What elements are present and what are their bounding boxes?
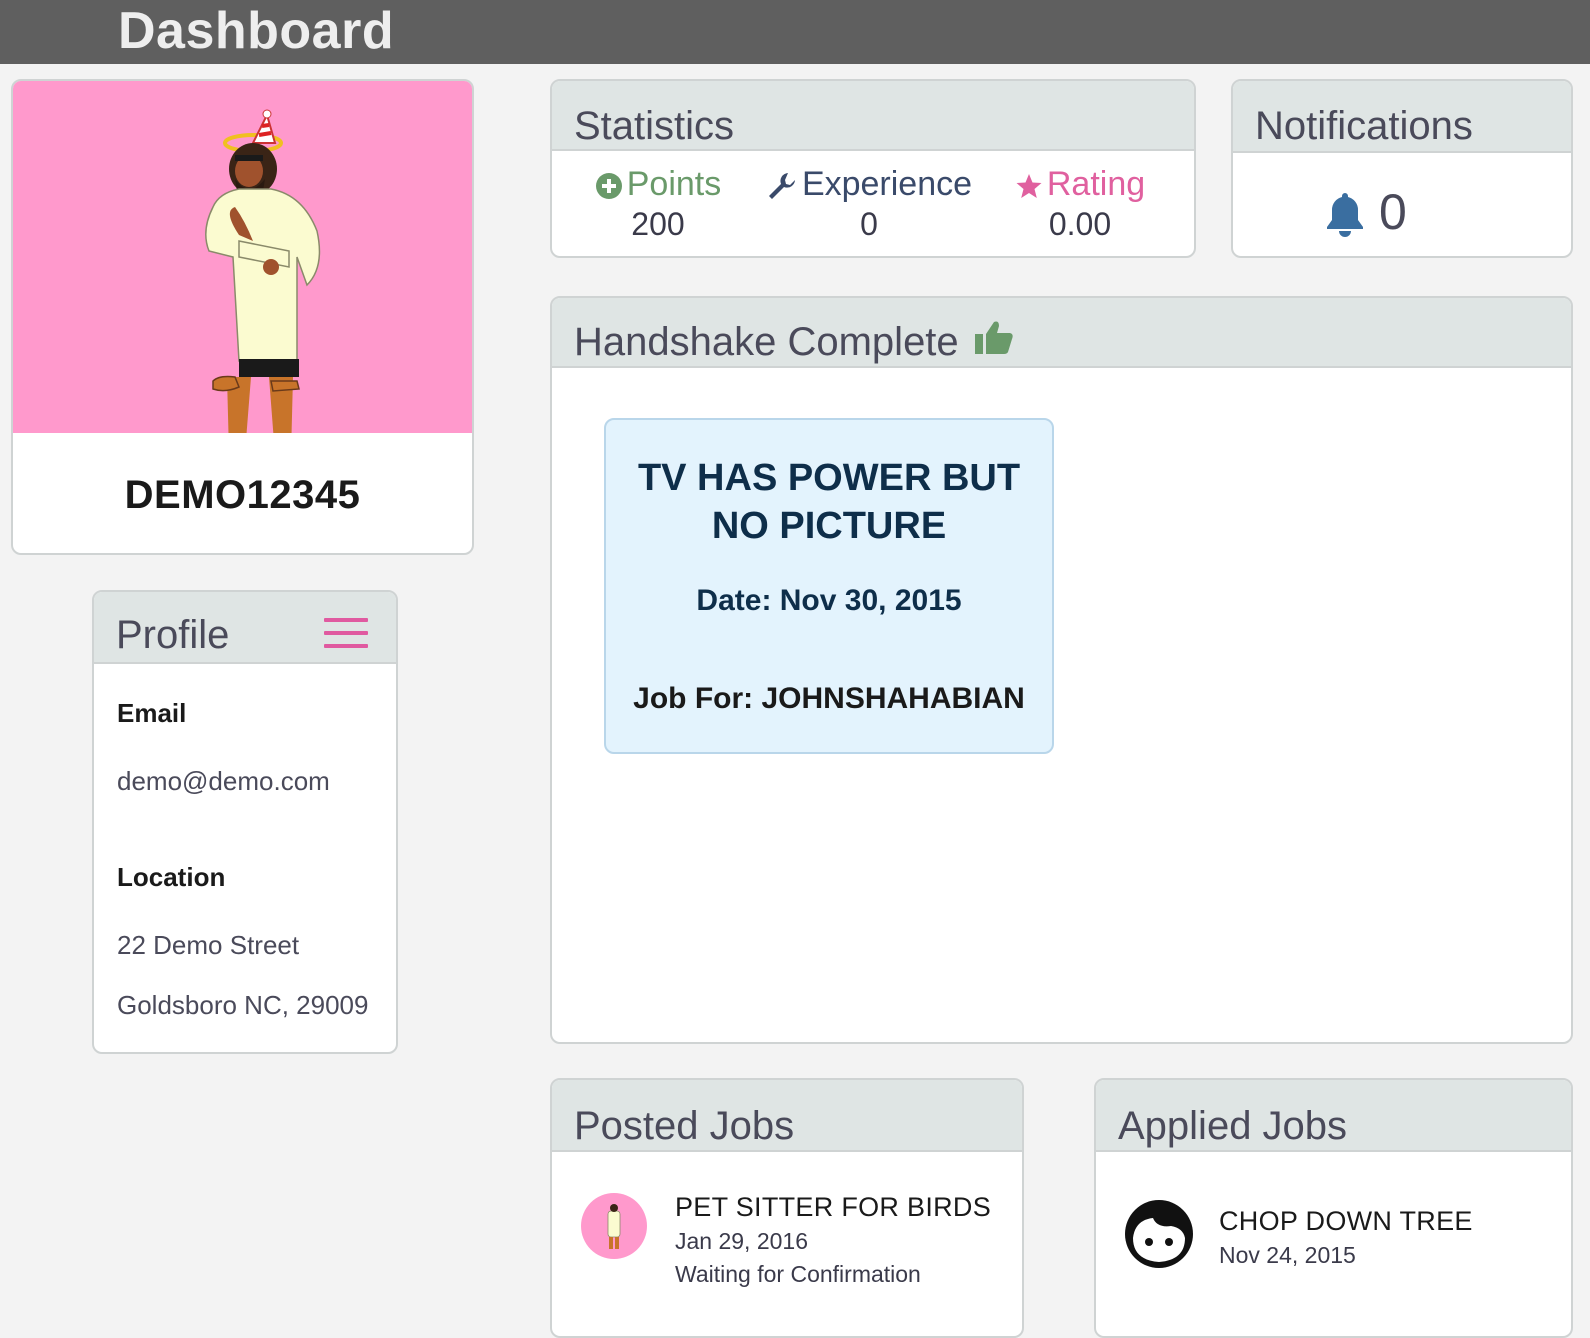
username: DEMO12345 [124, 473, 361, 517]
job-date: Date: Nov 30, 2015 [696, 584, 962, 617]
avatar [581, 1193, 647, 1259]
avatar [13, 81, 472, 455]
applied-jobs-title: Applied Jobs [1118, 1104, 1348, 1148]
applied-jobs-header: Applied Jobs [1096, 1080, 1571, 1152]
email-value: demo@demo.com [117, 766, 330, 796]
notifications-title: Notifications [1255, 104, 1473, 148]
statistics-title: Statistics [574, 104, 735, 148]
handshake-header: Handshake Complete [552, 298, 1571, 368]
hamburger-menu-icon[interactable] [324, 618, 368, 648]
statistics-header: Statistics [552, 81, 1194, 151]
rating-stat: Rating 0.00 [1012, 165, 1148, 243]
job-for: Job For: JOHNSHAHABIAN [633, 682, 1025, 715]
plus-circle-icon [595, 173, 622, 200]
location-label: Location [117, 862, 226, 892]
profile-panel: Profile Email demo@demo.com Location 22 … [92, 590, 398, 1054]
points-label: Points [626, 165, 722, 203]
experience-label: Experience [801, 165, 973, 203]
notifications-header: Notifications [1233, 81, 1571, 153]
notification-count[interactable]: 0 [1379, 183, 1407, 241]
page-title: Dashboard [118, 2, 395, 60]
user-card: DEMO12345 [11, 79, 474, 555]
experience-value: 0 [860, 206, 878, 242]
rating-value: 0.00 [1048, 206, 1112, 242]
posted-job-status: Waiting for Confirmation [675, 1261, 921, 1287]
top-bar: Dashboard [0, 0, 1590, 64]
handshake-job-card[interactable]: TV HAS POWER BUT NO PICTURE Date: Nov 30… [604, 418, 1054, 754]
handshake-panel: Handshake Complete TV HAS POWER BUT NO P… [550, 296, 1573, 1044]
posted-job-date: Jan 29, 2016 [675, 1228, 809, 1254]
notifications-panel: Notifications 0 [1231, 79, 1573, 258]
posted-jobs-title: Posted Jobs [574, 1104, 795, 1148]
rating-label: Rating [1046, 165, 1146, 203]
points-value: 200 [631, 206, 685, 242]
statistics-panel: Statistics Points 200 Experience 0 Ratin… [550, 79, 1196, 258]
star-icon [1016, 174, 1042, 199]
street-value: 22 Demo Street [117, 930, 300, 960]
posted-job-title[interactable]: PET SITTER FOR BIRDS [675, 1192, 991, 1223]
wrench-icon [768, 173, 795, 200]
job-title: TV HAS POWER BUT NO PICTURE [637, 457, 1021, 547]
bell-icon[interactable] [1325, 191, 1365, 237]
applied-job-title[interactable]: CHOP DOWN TREE [1219, 1206, 1473, 1237]
city-value: Goldsboro NC, 29009 [117, 990, 369, 1020]
points-stat: Points 200 [590, 165, 726, 243]
posted-jobs-panel: Posted Jobs PET SITTER FOR BIRDS Jan 29,… [550, 1078, 1024, 1338]
thumbs-up-icon [974, 321, 1013, 355]
posted-jobs-header: Posted Jobs [552, 1080, 1022, 1152]
applied-jobs-panel: Applied Jobs CHOP DOWN TREE Nov 24, 2015 [1094, 1078, 1573, 1338]
email-label: Email [117, 698, 187, 728]
applied-job-date: Nov 24, 2015 [1219, 1242, 1356, 1268]
handshake-title: Handshake Complete [574, 320, 959, 364]
face-icon [1125, 1200, 1193, 1268]
experience-stat: Experience 0 [764, 165, 974, 243]
profile-title: Profile [116, 613, 230, 657]
profile-header: Profile [94, 592, 396, 664]
